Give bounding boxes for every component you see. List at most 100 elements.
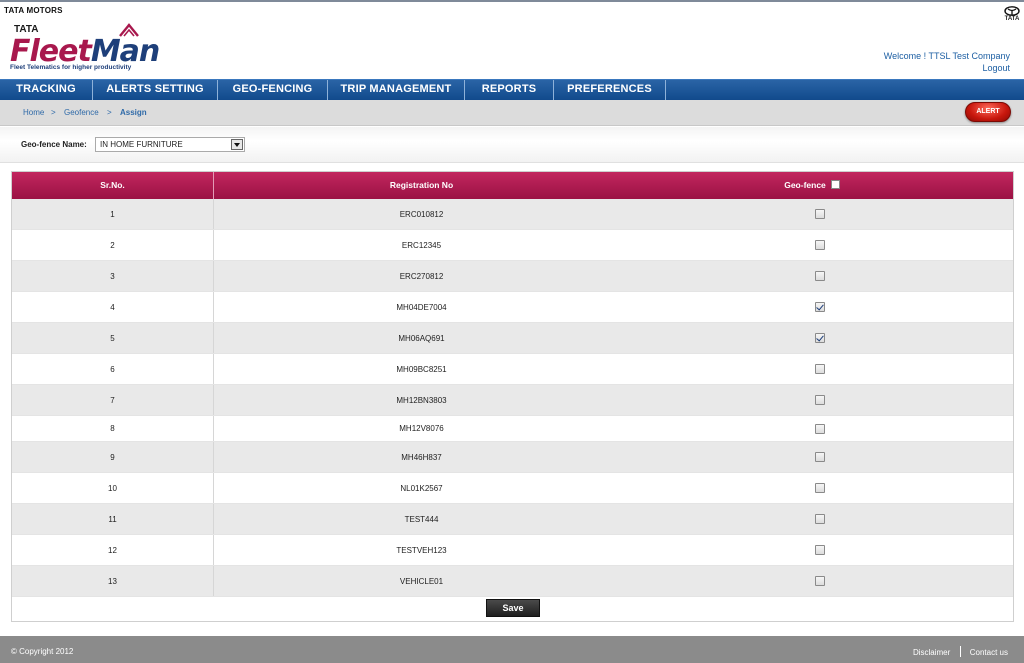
- row-registration-no: ERC12345: [401, 240, 442, 250]
- tata-motors-brand: TATA MOTORS: [4, 6, 63, 15]
- table-row: 12 TESTVEH123: [12, 535, 1013, 566]
- row-geofence-cell: [715, 535, 925, 565]
- logout-link[interactable]: Logout: [884, 62, 1010, 74]
- geofence-selected-value: IN HOME FURNITURE: [100, 140, 183, 149]
- tata-emblem-icon: [1004, 6, 1020, 16]
- row-geofence-cell: [715, 292, 925, 322]
- header-registration: Registration No: [389, 180, 454, 190]
- table-row: 6 MH09BC8251: [12, 354, 1013, 385]
- table-row: 8 MH12V8076: [12, 416, 1013, 442]
- alert-button[interactable]: ALERT: [965, 102, 1011, 122]
- row-registration-no: TESTVEH123: [396, 545, 447, 555]
- row-srno: 3: [110, 271, 115, 281]
- geofence-name-select[interactable]: IN HOME FURNITURE: [95, 137, 245, 152]
- header-srno: Sr.No.: [100, 180, 125, 190]
- geofence-checkbox[interactable]: [815, 302, 825, 312]
- geofence-checkbox[interactable]: [815, 271, 825, 281]
- tata-emblem-label: TATA: [1004, 16, 1020, 22]
- row-srno: 10: [108, 483, 117, 493]
- row-registration-no: MH12V8076: [399, 424, 444, 433]
- row-geofence-cell: [715, 230, 925, 260]
- row-srno: 6: [110, 364, 115, 374]
- geofence-checkbox[interactable]: [815, 333, 825, 343]
- row-registration-no: NL01K2567: [400, 483, 443, 493]
- logo-tagline: Fleet Telematics for higher productivity: [10, 64, 132, 71]
- geofence-checkbox[interactable]: [815, 395, 825, 405]
- row-geofence-cell: [715, 385, 925, 415]
- row-geofence-cell: [715, 566, 925, 596]
- row-geofence-cell: [715, 473, 925, 503]
- geofence-checkbox[interactable]: [815, 452, 825, 462]
- row-srno: 13: [108, 576, 117, 586]
- geofence-checkbox[interactable]: [815, 209, 825, 219]
- row-srno: 4: [110, 302, 115, 312]
- row-registration-no: VEHICLE01: [399, 576, 444, 586]
- table-row: 1 ERC010812: [12, 199, 1013, 230]
- geofence-checkbox[interactable]: [815, 576, 825, 586]
- row-registration-no: ERC010812: [399, 209, 444, 219]
- footer: © Copyright 2012 Disclaimer Contact us: [0, 636, 1024, 663]
- row-srno: 2: [110, 240, 115, 250]
- breadcrumb-geofence[interactable]: Geofence: [64, 108, 99, 117]
- copyright-text: © Copyright 2012: [11, 647, 74, 656]
- nav-tracking[interactable]: TRACKING: [0, 80, 93, 100]
- welcome-area: Welcome ! TTSL Test Company Logout: [884, 50, 1010, 74]
- breadcrumb-separator: >: [51, 108, 56, 117]
- row-srno: 1: [110, 209, 115, 219]
- breadcrumb-assign: Assign: [120, 108, 147, 117]
- main-nav: TRACKING ALERTS SETTING GEO-FENCING TRIP…: [0, 79, 1024, 100]
- select-all-checkbox[interactable]: [830, 180, 840, 189]
- geofence-checkbox[interactable]: [815, 514, 825, 524]
- row-registration-no: MH12BN3803: [396, 395, 447, 405]
- row-geofence-cell: [715, 354, 925, 384]
- filter-bar: Geo-fence Name: IN HOME FURNITURE: [0, 127, 1024, 163]
- breadcrumb: Home > Geofence > Assign ALERT: [0, 100, 1024, 126]
- row-srno: 9: [110, 452, 115, 462]
- row-srno: 8: [110, 424, 115, 433]
- nav-geo-fencing[interactable]: GEO-FENCING: [218, 80, 328, 100]
- chevron-down-icon[interactable]: [231, 139, 243, 150]
- row-registration-no: TEST444: [404, 514, 439, 524]
- table-row: 10 NL01K2567: [12, 473, 1013, 504]
- nav-trip-management[interactable]: TRIP MANAGEMENT: [328, 80, 465, 100]
- row-registration-no: MH06AQ691: [398, 333, 445, 343]
- geofence-checkbox[interactable]: [815, 423, 825, 434]
- table-row: 7 MH12BN3803: [12, 385, 1013, 416]
- save-button[interactable]: Save: [486, 599, 540, 617]
- row-registration-no: MH04DE7004: [396, 302, 447, 312]
- row-registration-no: MH09BC8251: [396, 364, 447, 374]
- geofence-checkbox[interactable]: [815, 483, 825, 493]
- nav-alerts-setting[interactable]: ALERTS SETTING: [93, 80, 218, 100]
- nav-reports[interactable]: REPORTS: [465, 80, 554, 100]
- row-srno: 7: [110, 395, 115, 405]
- table-header: Sr.No. Registration No Geo-fence: [12, 172, 1013, 199]
- table-row: 3 ERC270812: [12, 261, 1013, 292]
- nav-preferences[interactable]: PREFERENCES: [554, 80, 666, 100]
- geofence-checkbox[interactable]: [815, 545, 825, 555]
- geofence-name-label: Geo-fence Name:: [21, 140, 87, 149]
- table-row: 9 MH46H837: [12, 442, 1013, 473]
- contact-us-link[interactable]: Contact us: [970, 648, 1008, 657]
- table-row: 4 MH04DE7004: [12, 292, 1013, 323]
- welcome-text: Welcome ! TTSL Test Company: [883, 51, 1010, 61]
- row-geofence-cell: [715, 323, 925, 353]
- fleetman-logo[interactable]: TATA FleetMan Fleet Telematics for highe…: [10, 22, 160, 74]
- vehicle-assign-table: Sr.No. Registration No Geo-fence 1 ERC010…: [11, 171, 1014, 622]
- header-geofence-label: Geo-fence: [784, 180, 826, 190]
- row-registration-no: ERC270812: [399, 271, 444, 281]
- row-srno: 12: [108, 545, 117, 555]
- row-srno: 5: [110, 333, 115, 343]
- row-geofence-cell: [715, 504, 925, 534]
- row-geofence-cell: [715, 442, 925, 472]
- tata-emblem-logo: TATA: [1004, 6, 1020, 24]
- header-geofence: Geo-fence: [712, 172, 912, 199]
- disclaimer-link[interactable]: Disclaimer: [913, 648, 950, 657]
- breadcrumb-separator: >: [107, 108, 112, 117]
- table-row: 2 ERC12345: [12, 230, 1013, 261]
- breadcrumb-home[interactable]: Home: [23, 108, 44, 117]
- geofence-checkbox[interactable]: [815, 364, 825, 374]
- table-row: 13 VEHICLE01: [12, 566, 1013, 597]
- row-srno: 11: [108, 514, 117, 524]
- row-geofence-cell: [715, 199, 925, 229]
- geofence-checkbox[interactable]: [815, 240, 825, 250]
